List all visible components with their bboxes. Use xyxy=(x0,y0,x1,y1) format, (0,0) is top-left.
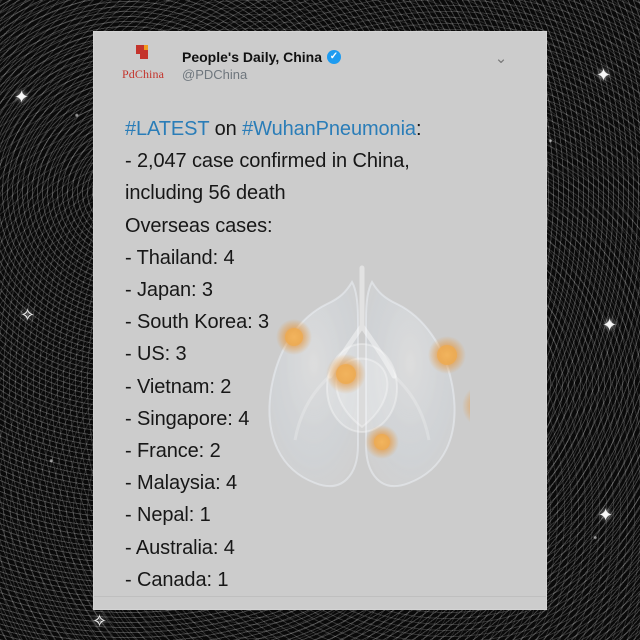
tweet-text-fragment: on xyxy=(209,118,243,140)
tweet-line: - Canada: 1 xyxy=(125,568,229,591)
logo-text: PdChina xyxy=(121,67,165,81)
sparkle-icon: ✧ xyxy=(20,305,36,325)
chevron-down-icon: ⌄ xyxy=(494,50,508,67)
verified-badge-icon: ✓ xyxy=(327,50,341,64)
sparkle-icon: ✦ xyxy=(602,315,618,335)
pdchina-mark-icon xyxy=(136,45,148,59)
tweet-line: - US: 3 xyxy=(125,343,187,366)
sparkle-icon: ✧ xyxy=(92,611,108,631)
sparkle-icon: ✦ xyxy=(596,65,612,85)
account-name-row[interactable]: People's Daily, China ✓ xyxy=(182,47,341,67)
tweet-line: - South Korea: 3 xyxy=(125,311,270,334)
tweet-line: - Japan: 3 xyxy=(125,279,213,302)
tweet-text: #LATEST on #WuhanPneumonia: - 2,047 case… xyxy=(125,113,515,596)
tweet-card[interactable]: PdChina People's Daily, China ✓ @PDChina… xyxy=(93,31,547,610)
tweet-line: #LATEST on #WuhanPneumonia: xyxy=(125,113,515,145)
screenshot-page: ✦ ✦ ✧ ✦ ✦ ✧ PdChina People's Daily, Chin… xyxy=(0,0,640,640)
tweet-line: - Vietnam: 2 xyxy=(125,375,232,398)
tweet-divider xyxy=(94,596,546,597)
tweet-line: - Nepal: 1 xyxy=(125,504,211,527)
tweet-line: including 56 death xyxy=(125,182,286,205)
pdchina-logo[interactable]: PdChina xyxy=(116,44,170,92)
tweet-header: PdChina People's Daily, China ✓ @PDChina… xyxy=(94,32,546,104)
display-name[interactable]: People's Daily, China xyxy=(182,49,322,65)
tweet-line: - 2,047 case confirmed in China, xyxy=(125,150,410,173)
hashtag-link[interactable]: #WuhanPneumonia xyxy=(242,118,416,140)
tweet-line: - Singapore: 4 xyxy=(125,407,250,430)
sparkle-icon: ✦ xyxy=(14,87,30,107)
hashtag-link[interactable]: #LATEST xyxy=(125,118,209,140)
tweet-text-fragment: : xyxy=(415,118,422,140)
tweet-line: - Malaysia: 4 xyxy=(125,472,238,495)
more-options-button[interactable]: ⌄ xyxy=(492,50,510,68)
tweet-line: - Australia: 4 xyxy=(125,536,235,559)
account-handle[interactable]: @PDChina xyxy=(182,67,247,82)
tweet-line: - Thailand: 4 xyxy=(125,246,235,269)
tweet-line: Overseas cases: xyxy=(125,214,273,237)
sparkle-icon: ✦ xyxy=(598,505,614,525)
tweet-line: - France: 2 xyxy=(125,440,221,463)
